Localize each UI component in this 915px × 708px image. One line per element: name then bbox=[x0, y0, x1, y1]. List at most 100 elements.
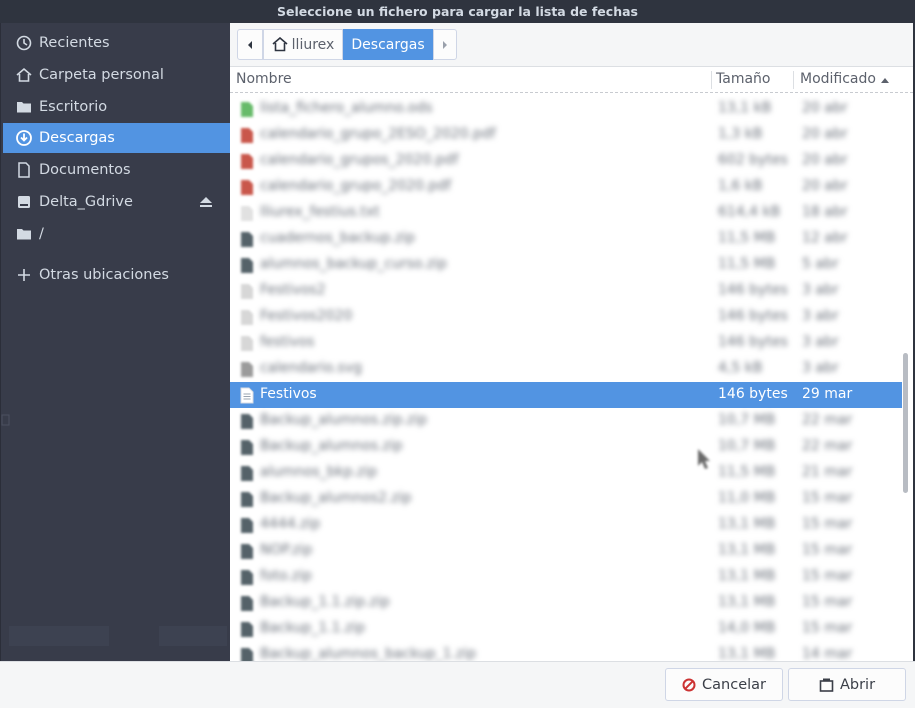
file-row[interactable]: festivos 146 bytes 3 abr bbox=[230, 330, 902, 356]
file-name: Festivos bbox=[260, 386, 317, 402]
file-row[interactable]: cuadernos_backup.zip 11,5 MB 12 abr bbox=[230, 226, 902, 252]
file-modified: 3 abr bbox=[802, 282, 839, 298]
file-size: 146 bytes bbox=[718, 308, 788, 324]
file-icon bbox=[241, 648, 253, 661]
cancel-button[interactable]: Cancelar bbox=[665, 668, 783, 701]
open-button[interactable]: Abrir bbox=[788, 668, 906, 701]
file-modified: 15 mar bbox=[802, 620, 853, 636]
mouse-cursor bbox=[698, 449, 710, 469]
file-icon bbox=[241, 102, 253, 117]
sidebar-item-otras-ubicaciones[interactable]: Otras ubicaciones bbox=[3, 260, 231, 290]
file-modified: 18 abr bbox=[802, 204, 848, 220]
window-title: Seleccione un fichero para cargar la lis… bbox=[0, 0, 915, 23]
file-modified: 20 abr bbox=[802, 152, 848, 168]
file-icon bbox=[241, 518, 253, 533]
file-row[interactable]: calendario_grupo_2ESO_2020.pdf 1,3 kB 20 a… bbox=[230, 122, 902, 148]
sidebar-item-root[interactable]: / bbox=[3, 219, 231, 249]
file-row[interactable]: alumnos_bkp.zip 11,5 MB 21 mar bbox=[230, 460, 902, 486]
sidebar-item-label: Documentos bbox=[39, 162, 131, 178]
clock-icon bbox=[16, 35, 32, 51]
file-modified: 15 mar bbox=[802, 568, 853, 584]
file-name: calendario.svg bbox=[260, 360, 362, 376]
file-modified: 3 abr bbox=[802, 334, 839, 350]
sidebar-item-carpeta-personal[interactable]: Carpeta personal bbox=[3, 60, 231, 90]
column-header: Nombre Tamaño Modificado bbox=[230, 67, 913, 93]
sidebar-item-recientes[interactable]: Recientes bbox=[3, 28, 231, 58]
file-size: 11,5 MB bbox=[718, 256, 776, 272]
file-row[interactable]: calendario_grupos_2020.pdf 602 bytes 20 ab… bbox=[230, 148, 902, 174]
open-label: Abrir bbox=[839, 676, 876, 693]
column-separator bbox=[711, 71, 712, 89]
sidebar-item-descargas[interactable]: Descargas bbox=[3, 123, 231, 153]
file-size: 4,5 kB bbox=[718, 360, 763, 376]
file-size: 146 bytes bbox=[718, 282, 788, 298]
file-row[interactable]: 4444.zip 13,1 MB 15 mar bbox=[230, 512, 902, 538]
file-list[interactable]: lista_fichero_alumno.ods 13,1 kB 20 abr cal… bbox=[230, 96, 902, 661]
sidebar-item-delta-gdrive[interactable]: Delta_Gdrive bbox=[3, 187, 231, 217]
path-current-button[interactable]: Descargas bbox=[343, 29, 433, 60]
sidebar-item-documentos[interactable]: Documentos bbox=[3, 155, 231, 185]
file-row[interactable]: Festivos2 146 bytes 3 abr bbox=[230, 278, 902, 304]
file-row[interactable]: Backup_alumnos2.zip 11,0 MB 15 mar bbox=[230, 486, 902, 512]
file-modified: 14 mar bbox=[802, 646, 853, 661]
vertical-scrollbar[interactable] bbox=[903, 353, 908, 493]
column-name-header[interactable]: Nombre bbox=[236, 71, 292, 87]
file-name: Backup_alumnos2.zip bbox=[260, 490, 412, 506]
background-artifact bbox=[1, 414, 10, 426]
file-modified: 15 mar bbox=[802, 490, 853, 506]
file-row[interactable]: Backup_1.1.zip 14,0 MB 15 mar bbox=[230, 616, 902, 642]
file-row[interactable]: Backup_1.1.zip.zip 13,1 MB 15 mar bbox=[230, 590, 902, 616]
file-row[interactable]: lliurex_festius.txt 614,4 kB 18 abr bbox=[230, 200, 902, 226]
file-modified: 15 mar bbox=[802, 516, 853, 532]
file-name: 4444.zip bbox=[260, 516, 321, 532]
file-size: 13,1 MB bbox=[718, 516, 776, 532]
file-row[interactable]: Backup_alumnos_backup_1.zip 13,1 MB 14 mar bbox=[230, 642, 902, 661]
file-row[interactable]: alumnos_backup_curso.zip 11,5 MB 5 abr bbox=[230, 252, 902, 278]
file-name: Backup_alumnos.zip bbox=[260, 438, 403, 454]
file-row[interactable]: calendario_grupo_2020.pdf 1,6 kB 20 abr bbox=[230, 174, 902, 200]
chevron-left-icon bbox=[248, 40, 252, 49]
file-size: 614,4 kB bbox=[718, 204, 781, 220]
folder-icon bbox=[17, 102, 31, 113]
file-modified: 3 abr bbox=[802, 308, 839, 324]
file-name: Backup_1.1.zip bbox=[260, 620, 366, 636]
file-size: 11,0 MB bbox=[718, 490, 776, 506]
eject-icon[interactable] bbox=[199, 195, 213, 209]
file-name: NOP.zip bbox=[260, 542, 313, 558]
file-size: 10,7 MB bbox=[718, 438, 776, 454]
file-size: 11,5 MB bbox=[718, 230, 776, 246]
open-icon bbox=[819, 678, 834, 692]
file-name: Backup_1.1.zip.zip bbox=[260, 594, 390, 610]
file-row[interactable]: calendario.svg 4,5 kB 3 abr bbox=[230, 356, 902, 382]
column-modified-header[interactable]: Modificado bbox=[800, 71, 876, 87]
file-icon bbox=[241, 310, 253, 325]
sidebar-item-escritorio[interactable]: Escritorio bbox=[3, 92, 231, 122]
file-row[interactable]: foto.zip 13,1 MB 15 mar bbox=[230, 564, 902, 590]
file-row[interactable]: NOP.zip 13,1 MB 15 mar bbox=[230, 538, 902, 564]
file-name: Festivos2 bbox=[260, 282, 326, 298]
folder-icon bbox=[17, 229, 31, 240]
file-size: 13,1 kB bbox=[718, 100, 772, 116]
file-row[interactable]: Festivos2020 146 bytes 3 abr bbox=[230, 304, 902, 330]
file-row-selected[interactable]: Festivos 146 bytes 29 mar bbox=[230, 382, 902, 408]
path-forward-button[interactable] bbox=[433, 29, 457, 60]
file-size: 10,7 MB bbox=[718, 412, 776, 428]
file-name: Festivos2020 bbox=[260, 308, 353, 324]
file-modified: 20 abr bbox=[802, 126, 848, 142]
file-row[interactable]: lista_fichero_alumno.ods 13,1 kB 20 abr bbox=[230, 96, 902, 122]
file-icon bbox=[241, 362, 253, 377]
file-name: calendario_grupo_2020.pdf bbox=[260, 178, 452, 194]
file-icon bbox=[240, 387, 254, 404]
path-home-button[interactable]: lliurex bbox=[263, 29, 343, 60]
download-icon bbox=[16, 130, 32, 146]
sort-ascending-icon bbox=[881, 78, 889, 83]
file-row[interactable]: Backup_alumnos.zip 10,7 MB 22 mar bbox=[230, 434, 902, 460]
file-row[interactable]: Backup_alumnos.zip.zip 10,7 MB 22 mar bbox=[230, 408, 902, 434]
file-size: 13,1 MB bbox=[718, 646, 776, 661]
file-size: 146 bytes bbox=[718, 334, 788, 350]
file-name: alumnos_bkp.zip bbox=[260, 464, 378, 480]
sidebar-item-label: / bbox=[39, 226, 44, 242]
home-icon bbox=[272, 37, 288, 52]
column-size-header[interactable]: Tamaño bbox=[716, 71, 770, 87]
path-back-button[interactable] bbox=[237, 29, 263, 60]
